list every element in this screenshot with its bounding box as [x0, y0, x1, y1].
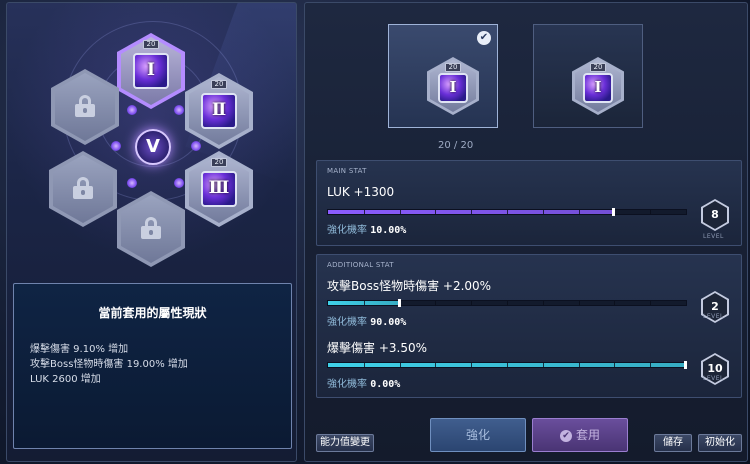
- gem-compare-slot-new[interactable]: 20 Ⅰ: [533, 24, 643, 128]
- gem-grid-panel: 20 Ⅰ 20 Ⅱ V 20 Ⅲ 當前套用的屬性現狀 爆擊傷害 9.10% 增加…: [6, 2, 297, 462]
- additional-stat-2-name: 爆擊傷害 +3.50%: [327, 341, 427, 355]
- gem-numeral: Ⅰ: [594, 78, 602, 96]
- gem-preview-2: 20 Ⅰ: [572, 57, 624, 115]
- glow-orb: [111, 141, 121, 151]
- bar-segment-divider: [364, 363, 365, 367]
- apply-label: 套用: [575, 428, 600, 442]
- current-stat-line: 爆擊傷害 9.10% 增加: [30, 344, 129, 355]
- gem-level-badge: 20: [590, 63, 606, 72]
- bar-segment-divider: [614, 301, 615, 305]
- main-stat-level-badge: 8: [701, 199, 729, 231]
- current-stat-line: LUK 2600 增加: [30, 374, 101, 385]
- bar-segment-divider: [400, 210, 401, 214]
- check-icon: ✔: [477, 31, 491, 45]
- gem-crystal-icon: Ⅰ: [133, 53, 169, 89]
- gem-numeral: Ⅱ: [211, 100, 227, 120]
- bar-segment-divider: [471, 301, 472, 305]
- gem-numeral: Ⅰ: [147, 60, 155, 80]
- main-stat-rate: 強化機率 10.00%: [327, 221, 406, 236]
- bar-segment-divider: [435, 210, 436, 214]
- apply-button[interactable]: ✔ 套用: [532, 418, 628, 452]
- bar-segment-divider: [507, 301, 508, 305]
- rate-value: 10.00%: [370, 225, 407, 236]
- additional-stat-1-progress-bar: [327, 299, 687, 307]
- glow-orb: [127, 105, 137, 115]
- level-word: LEVEL: [703, 375, 724, 382]
- lock-icon: [73, 177, 93, 199]
- gem-compare-slot-current[interactable]: ✔ 20 Ⅰ: [388, 24, 498, 128]
- rate-value: 90.00%: [370, 317, 407, 328]
- bar-segment-divider: [543, 363, 544, 367]
- glow-orb: [127, 178, 137, 188]
- bar-segment-divider: [650, 301, 651, 305]
- glow-orb: [174, 105, 184, 115]
- bar-segment-divider: [471, 210, 472, 214]
- rate-label: 強化機率: [327, 225, 367, 236]
- gem-crystal-icon: Ⅲ: [201, 171, 237, 207]
- rate-label: 強化機率: [327, 379, 367, 390]
- current-stats-title: 當前套用的屬性現狀: [98, 306, 207, 320]
- gem-level-badge: 20: [211, 158, 227, 167]
- ability-change-button[interactable]: 能力值變更: [316, 434, 374, 452]
- gem-level-badge: 20: [445, 63, 461, 72]
- save-button[interactable]: 儲存: [654, 434, 692, 452]
- gem-crystal-icon: Ⅰ: [583, 73, 613, 103]
- rate-value: 0.00%: [370, 379, 401, 390]
- main-stat-name: LUK +1300: [327, 185, 395, 199]
- progress-tip: [398, 299, 401, 307]
- center-v-emblem: V: [135, 129, 171, 165]
- gem-crystal-icon: Ⅰ: [438, 73, 468, 103]
- lock-icon: [75, 95, 95, 117]
- bar-segment-divider: [650, 210, 651, 214]
- glow-orb: [174, 178, 184, 188]
- glow-orb: [191, 141, 201, 151]
- main-stat-block: MAIN STAT LUK +1300 強化機率 10.00% 8 LEVEL: [316, 160, 742, 246]
- current-stats-box: 當前套用的屬性現狀 爆擊傷害 9.10% 增加 攻擊Boss怪物時傷害 19.0…: [13, 283, 292, 449]
- main-stat-progress-bar: [327, 208, 687, 216]
- additional-stat-block: ADDITIONAL STAT 攻擊Boss怪物時傷害 +2.00% 強化機率 …: [316, 254, 742, 398]
- bar-segment-divider: [650, 363, 651, 367]
- bar-segment-divider: [435, 363, 436, 367]
- bar-segment-divider: [507, 210, 508, 214]
- bar-segment-divider: [579, 210, 580, 214]
- additional-stat-2-progress-bar: [327, 361, 687, 369]
- bar-segment-divider: [579, 363, 580, 367]
- gem-level-badge: 20: [143, 40, 159, 49]
- bar-segment-divider: [614, 363, 615, 367]
- game-window: 20 Ⅰ 20 Ⅱ V 20 Ⅲ 當前套用的屬性現狀 爆擊傷害 9.10% 增加…: [0, 0, 750, 464]
- rate-label: 強化機率: [327, 317, 367, 328]
- bar-segment-divider: [364, 301, 365, 305]
- bar-segment-divider: [543, 210, 544, 214]
- additional-stat-header: ADDITIONAL STAT: [327, 261, 394, 269]
- lock-icon: [141, 217, 161, 239]
- bar-segment-divider: [579, 301, 580, 305]
- bar-segment-divider: [364, 210, 365, 214]
- bar-segment-divider: [435, 301, 436, 305]
- bar-segment-divider: [507, 363, 508, 367]
- gem-preview-1: 20 Ⅰ: [427, 57, 479, 115]
- gem-count: 20 / 20: [438, 140, 474, 151]
- additional-stat-1-name: 攻擊Boss怪物時傷害 +2.00%: [327, 279, 492, 293]
- enhance-button[interactable]: 強化: [430, 418, 526, 452]
- progress-tip: [612, 208, 615, 216]
- level-number: 8: [703, 201, 727, 229]
- progress-tip: [684, 361, 687, 369]
- level-word: LEVEL: [703, 313, 724, 320]
- gem-numeral: Ⅲ: [208, 178, 230, 198]
- current-stat-line: 攻擊Boss怪物時傷害 19.00% 增加: [30, 359, 188, 370]
- gem-crystal-icon: Ⅱ: [201, 93, 237, 129]
- level-word: LEVEL: [703, 233, 724, 240]
- gem-numeral: Ⅰ: [449, 78, 457, 96]
- gem-level-badge: 20: [211, 80, 227, 89]
- bar-segment-divider: [543, 301, 544, 305]
- check-icon: ✔: [559, 430, 572, 442]
- main-stat-header: MAIN STAT: [327, 167, 367, 175]
- additional-stat-1-rate: 強化機率 90.00%: [327, 313, 406, 328]
- reset-button[interactable]: 初始化: [698, 434, 742, 452]
- bar-segment-divider: [471, 363, 472, 367]
- additional-stat-2-rate: 強化機率 0.00%: [327, 375, 400, 390]
- bar-segment-divider: [400, 363, 401, 367]
